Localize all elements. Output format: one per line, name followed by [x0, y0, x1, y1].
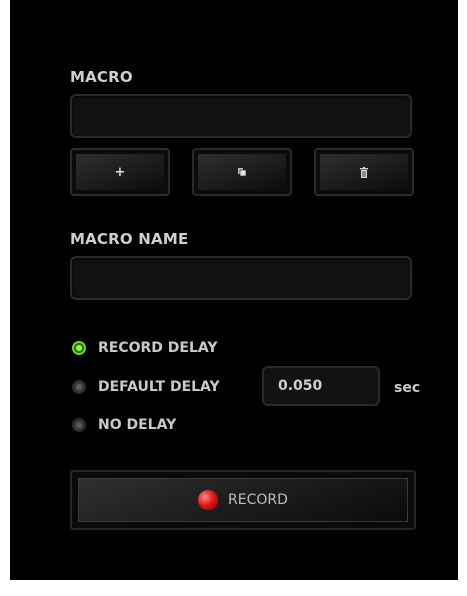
copy-icon	[238, 168, 247, 177]
radio-no-delay-indicator[interactable]	[72, 418, 86, 432]
record-delay-label: RECORD DELAY	[98, 340, 218, 356]
copy-macro-button[interactable]	[192, 148, 292, 196]
radio-record-delay[interactable]: RECORD DELAY	[72, 338, 218, 358]
record-button-face[interactable]: RECORD	[78, 478, 408, 522]
record-button[interactable]: RECORD	[70, 470, 416, 530]
macro-select-field[interactable]	[70, 94, 412, 138]
macro-label: MACRO	[70, 68, 133, 86]
no-delay-label: NO DELAY	[98, 417, 177, 433]
delay-unit-label: sec	[394, 380, 421, 396]
default-delay-label: DEFAULT DELAY	[98, 379, 220, 395]
radio-record-delay-indicator[interactable]	[72, 341, 86, 355]
record-label: RECORD	[228, 492, 288, 508]
macro-name-input[interactable]	[70, 256, 412, 300]
plus-icon: +	[114, 164, 126, 180]
copy-macro-button-face[interactable]	[198, 154, 286, 190]
add-macro-button[interactable]: +	[70, 148, 170, 196]
delete-macro-button[interactable]	[314, 148, 414, 196]
add-macro-button-face[interactable]: +	[76, 154, 164, 190]
trash-icon	[360, 166, 368, 178]
radio-default-delay[interactable]: DEFAULT DELAY	[72, 377, 220, 397]
macro-name-label: MACRO NAME	[70, 230, 189, 248]
default-delay-input[interactable]: 0.050	[262, 366, 380, 406]
radio-default-delay-indicator[interactable]	[72, 380, 86, 394]
record-dot-icon	[198, 490, 219, 510]
radio-no-delay[interactable]: NO DELAY	[72, 415, 176, 435]
delete-macro-button-face[interactable]	[320, 154, 408, 190]
